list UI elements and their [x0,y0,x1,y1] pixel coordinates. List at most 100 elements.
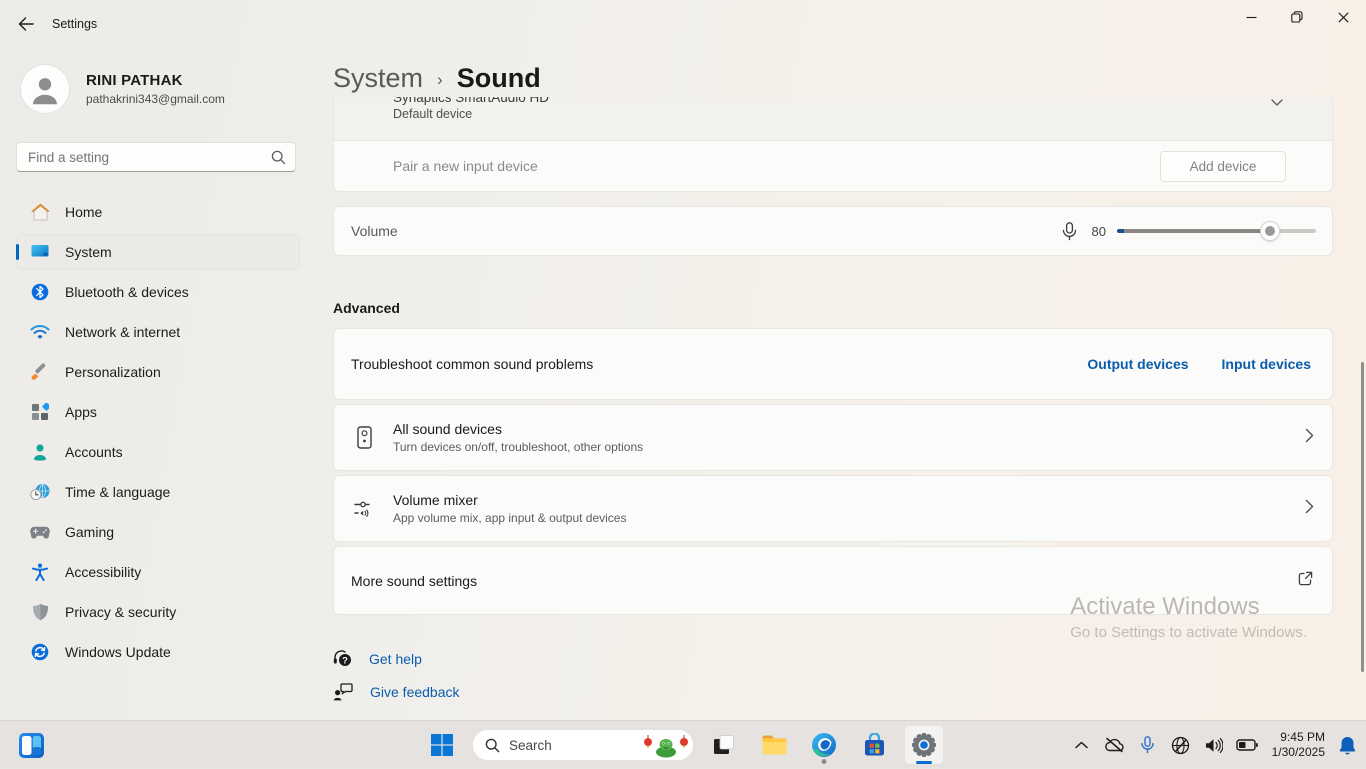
onedrive-status-button[interactable] [1102,730,1128,760]
sidebar-item-apps[interactable]: Apps [16,394,300,430]
task-view-button[interactable] [704,725,744,765]
sidebar-item-personalization[interactable]: Personalization [16,354,300,390]
slider-thumb[interactable] [1260,221,1280,241]
input-devices-link[interactable]: Input devices [1222,356,1311,372]
all-sound-devices-row[interactable]: All sound devices Turn devices on/off, t… [333,404,1333,471]
hidden-icons-button[interactable] [1069,730,1095,760]
window-title: Settings [52,17,97,31]
sidebar-item-accessibility[interactable]: Accessibility [16,554,300,590]
sidebar-item-accounts[interactable]: Accounts [16,434,300,470]
external-link-icon [1298,571,1313,591]
volume-slider[interactable] [1117,221,1316,241]
taskbar-search[interactable]: Search [472,729,694,761]
back-button[interactable] [12,10,40,38]
volume-status-button[interactable] [1201,730,1227,760]
speaker-device-icon [350,426,378,449]
windows-update-icon [30,642,50,662]
task-view-icon [712,733,736,757]
all-sound-devices-title: All sound devices [393,421,1305,437]
sidebar-item-time-language[interactable]: Time & language [16,474,300,510]
sidebar-item-network-internet[interactable]: Network & internet [16,314,300,350]
troubleshoot-card: Troubleshoot common sound problems Outpu… [333,328,1333,400]
search-input[interactable] [28,150,265,165]
settings-taskbar-button[interactable] [904,725,944,765]
account-summary[interactable]: RINI PATHAK pathakrini343@gmail.com [20,64,300,114]
chevron-down-icon [1270,97,1284,109]
give-feedback-link[interactable]: Give feedback [333,683,460,701]
volume-mixer-row[interactable]: Volume mixer App volume mix, app input &… [333,475,1333,542]
microphone-status-button[interactable] [1135,730,1161,760]
more-sound-settings-row[interactable]: More sound settings [333,546,1333,615]
start-button[interactable] [422,725,462,765]
give-feedback-label: Give feedback [370,684,460,700]
get-help-link[interactable]: ? Get help [333,649,422,668]
feedback-icon [333,683,353,701]
onedrive-offline-icon [1104,737,1125,753]
sidebar-item-gaming[interactable]: Gaming [16,514,300,550]
store-button[interactable] [854,725,894,765]
apps-icon [30,402,50,422]
sidebar-item-windows-update[interactable]: Windows Update [16,634,300,670]
close-button[interactable] [1320,0,1366,34]
user-name: RINI PATHAK [86,72,225,89]
sidebar-item-label: Apps [65,404,97,420]
sidebar-item-bluetooth-devices[interactable]: Bluetooth & devices [16,274,300,310]
edge-button[interactable] [804,725,844,765]
more-sound-settings-label: More sound settings [351,573,477,589]
titlebar: Settings [0,0,1366,48]
volume-row: Volume 80 [333,206,1333,256]
all-sound-devices-subtitle: Turn devices on/off, troubleshoot, other… [393,440,1305,454]
sidebar-nav: Home System Bluetooth & devices Network … [16,194,300,670]
bluetooth-icon [30,282,50,302]
sidebar-item-label: Windows Update [65,644,171,660]
network-status-button[interactable] [1168,730,1194,760]
tray-time: 9:45 PM [1272,730,1325,745]
add-device-button[interactable]: Add device [1160,151,1286,182]
scrollbar[interactable] [1361,362,1364,672]
search-icon [271,150,286,165]
sidebar: RINI PATHAK pathakrini343@gmail.com Home [0,48,316,720]
pair-device-row: Pair a new input device Add device [334,141,1332,191]
microphone-tray-icon [1141,736,1154,754]
pair-device-label: Pair a new input device [393,158,538,174]
privacy-icon [30,602,50,622]
settings-search[interactable] [16,142,296,172]
sidebar-item-home[interactable]: Home [16,194,300,230]
sidebar-item-system[interactable]: System [16,234,300,270]
tray-date: 1/30/2025 [1272,745,1325,760]
maximize-button[interactable] [1274,0,1320,34]
notification-bell-icon [1339,736,1356,755]
device-name: Synaptics SmartAudio HD [393,97,1332,105]
clock[interactable]: 9:45 PM 1/30/2025 [1272,730,1325,760]
advanced-heading: Advanced [333,300,1333,316]
sidebar-item-label: Accessibility [65,564,141,580]
notifications-button[interactable] [1334,730,1360,760]
time-language-icon [30,482,50,502]
battery-icon [1236,739,1258,751]
file-explorer-button[interactable] [754,725,794,765]
sidebar-item-label: Privacy & security [65,604,176,620]
start-icon [430,733,454,757]
microphone-icon[interactable] [1062,222,1077,241]
sidebar-item-privacy-security[interactable]: Privacy & security [16,594,300,630]
edge-icon [811,732,837,758]
no-internet-icon [1171,736,1190,755]
battery-status-button[interactable] [1234,730,1260,760]
sidebar-item-label: Accounts [65,444,123,460]
person-icon [30,74,60,106]
breadcrumb-system[interactable]: System [333,63,423,94]
minimize-button[interactable] [1228,0,1274,34]
input-device-selected[interactable]: Synaptics SmartAudio HD Default device [334,97,1332,141]
sidebar-item-label: Time & language [65,484,170,500]
mixer-icon [350,499,378,519]
accessibility-icon [30,562,50,582]
store-icon [862,733,887,758]
volume-label: Volume [351,223,398,239]
search-highlight-snake-decoration [643,731,689,759]
avatar [20,64,70,114]
output-devices-link[interactable]: Output devices [1087,356,1188,372]
running-indicator [822,759,827,764]
troubleshoot-label: Troubleshoot common sound problems [351,356,593,372]
page-title: Sound [457,63,541,94]
file-explorer-icon [761,734,788,756]
